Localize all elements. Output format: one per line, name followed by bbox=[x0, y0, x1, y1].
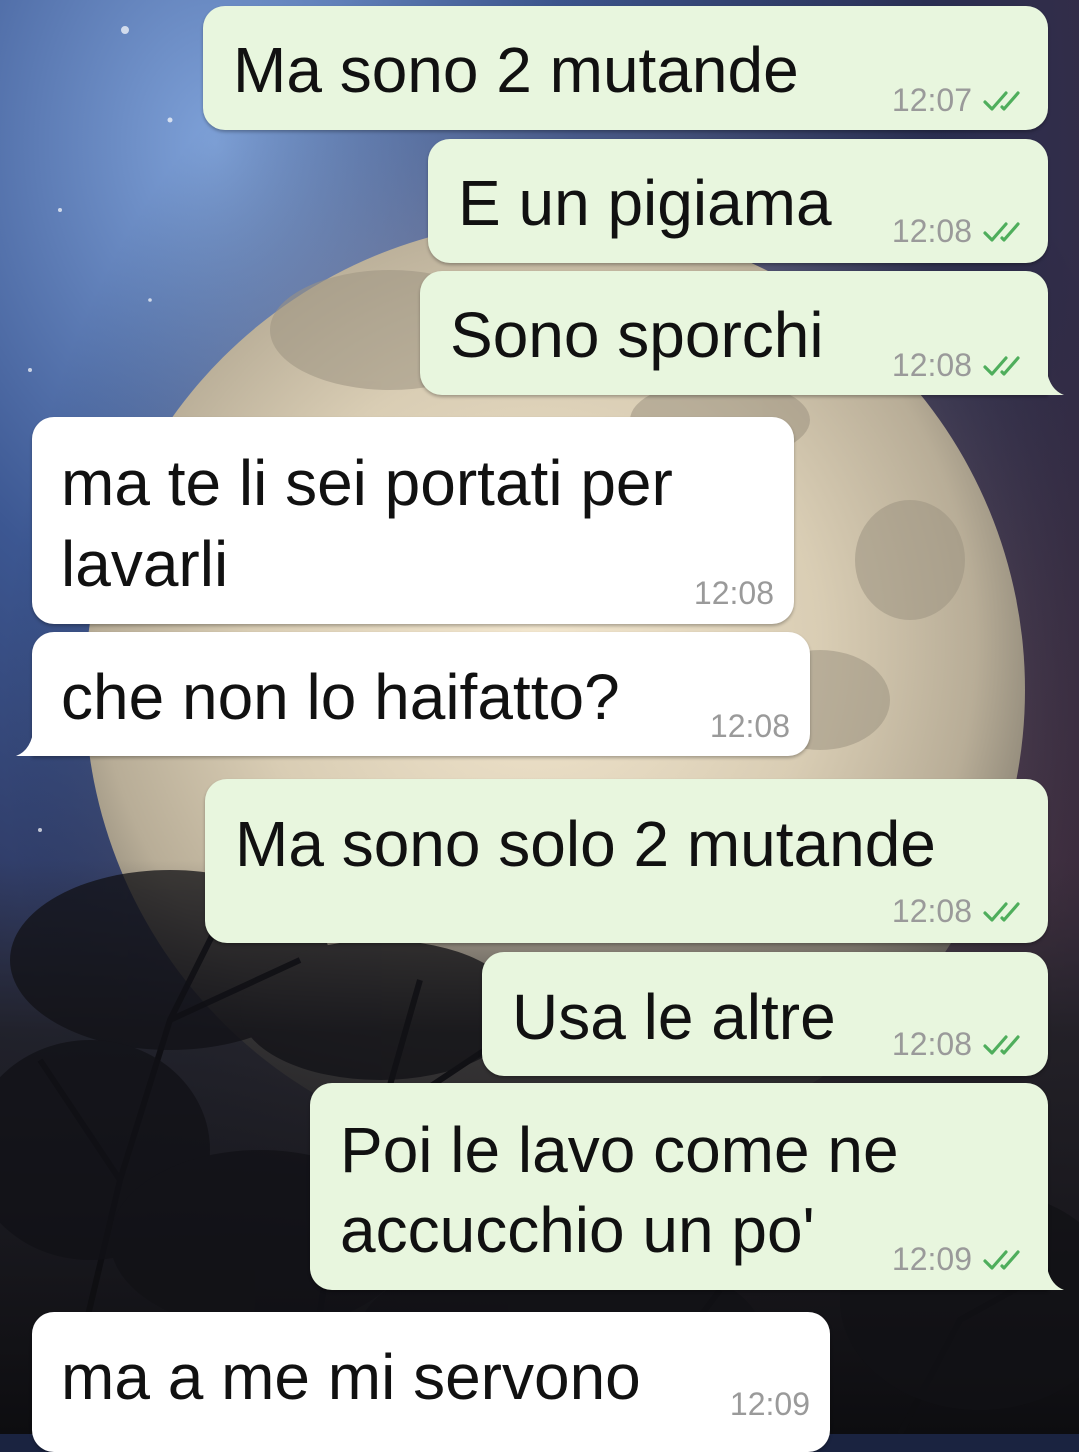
message-bubble-outgoing[interactable]: Ma sono 2 mutande 12:07 bbox=[203, 6, 1048, 130]
message-text: che non lo haifatto? bbox=[61, 661, 620, 733]
message-text: Ma sono 2 mutande bbox=[233, 34, 799, 106]
message-bubble-outgoing[interactable]: Usa le altre 12:08 bbox=[482, 952, 1048, 1076]
message-time: 12:09 bbox=[729, 1386, 810, 1422]
message-meta: 12:08 bbox=[710, 708, 790, 745]
message-text: E un pigiama bbox=[458, 167, 832, 239]
message-time: 12:08 bbox=[891, 893, 972, 929]
message-meta: 12:08 bbox=[892, 1026, 1030, 1063]
message-text: ma te li sei portati per bbox=[61, 447, 673, 519]
message-text: Sono sporchi bbox=[450, 299, 824, 371]
message-meta: 12:08 bbox=[892, 213, 1030, 250]
message-text: Usa le altre bbox=[512, 981, 836, 1053]
message-bubble-outgoing[interactable]: Poi le lavo come ne accucchio un po' 12:… bbox=[310, 1083, 1048, 1290]
bubble-tail bbox=[1046, 1260, 1064, 1290]
message-text: accucchio un po' bbox=[340, 1194, 815, 1266]
chat-area[interactable]: Ma sono 2 mutande 12:07 E un pigiama 12:… bbox=[0, 0, 1079, 1452]
message-meta: 12:08 bbox=[892, 347, 1030, 384]
bubble-tail bbox=[1046, 365, 1064, 395]
message-bubble-outgoing[interactable]: Ma sono solo 2 mutande 12:08 bbox=[205, 779, 1048, 943]
message-bubble-incoming[interactable]: che non lo haifatto? 12:08 bbox=[32, 632, 810, 756]
message-time: 12:08 bbox=[693, 575, 774, 611]
message-bubble-incoming[interactable]: ma a me mi servono 12:09 bbox=[32, 1312, 830, 1452]
double-check-icon bbox=[983, 90, 1020, 111]
message-text: Poi le lavo come ne bbox=[340, 1114, 899, 1186]
double-check-icon bbox=[983, 901, 1020, 922]
double-check-icon bbox=[983, 1034, 1020, 1055]
message-time: 12:08 bbox=[891, 347, 972, 383]
message-text: ma a me mi servono bbox=[61, 1341, 641, 1413]
message-time: 12:08 bbox=[709, 708, 790, 744]
message-meta: 12:07 bbox=[892, 82, 1030, 119]
message-text: Ma sono solo 2 mutande bbox=[235, 808, 936, 880]
message-meta: 12:08 bbox=[892, 893, 1030, 930]
message-bubble-outgoing[interactable]: Sono sporchi 12:08 bbox=[420, 271, 1048, 395]
message-time: 12:08 bbox=[891, 213, 972, 249]
message-bubble-incoming[interactable]: ma te li sei portati per lavarli 12:08 bbox=[32, 417, 794, 624]
message-meta: 12:08 bbox=[694, 575, 774, 612]
message-time: 12:08 bbox=[891, 1026, 972, 1062]
message-meta: 12:09 bbox=[892, 1241, 1030, 1278]
double-check-icon bbox=[983, 355, 1020, 376]
message-bubble-outgoing[interactable]: E un pigiama 12:08 bbox=[428, 139, 1048, 263]
message-meta: 12:09 bbox=[730, 1386, 810, 1423]
message-time: 12:07 bbox=[891, 82, 972, 118]
bubble-tail bbox=[16, 726, 34, 756]
message-time: 12:09 bbox=[891, 1241, 972, 1277]
message-text: lavarli bbox=[61, 528, 229, 600]
double-check-icon bbox=[983, 1249, 1020, 1270]
double-check-icon bbox=[983, 221, 1020, 242]
